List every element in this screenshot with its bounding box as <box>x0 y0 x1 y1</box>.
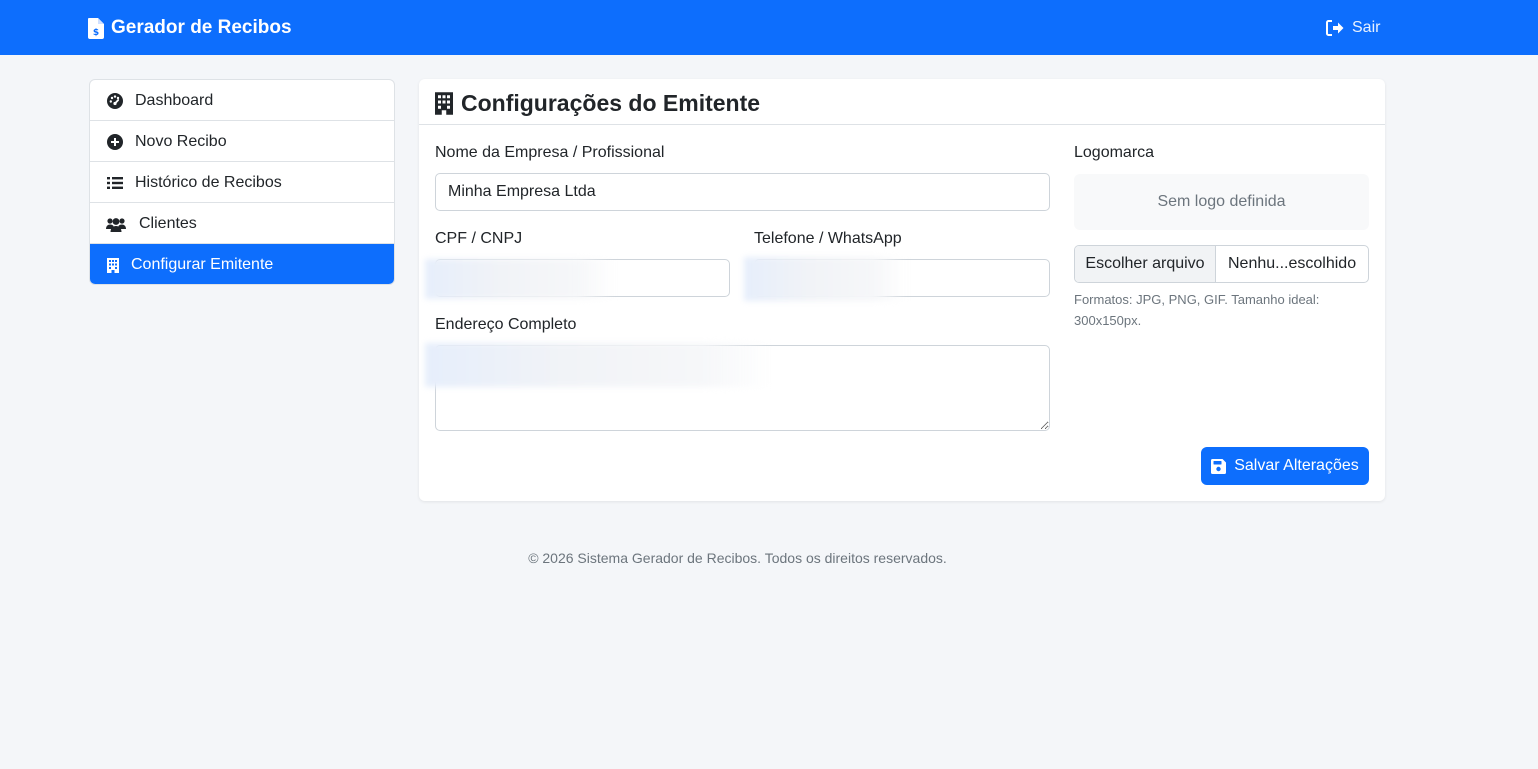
save-button-label: Salvar Alterações <box>1234 457 1359 474</box>
sidebar-item-dashboard[interactable]: Dashboard <box>90 80 394 121</box>
page-title: Configurações do Emitente <box>435 89 760 117</box>
brand-title: Gerador de Recibos <box>111 17 292 38</box>
phone-input[interactable] <box>754 259 1050 297</box>
phone-label: Telefone / WhatsApp <box>754 230 902 247</box>
file-invoice-dollar-icon: $ <box>88 17 104 39</box>
footer-text: © 2026 Sistema Gerador de Recibos. Todos… <box>528 550 947 566</box>
dashboard-gauge-icon <box>106 92 124 110</box>
svg-text:$: $ <box>93 28 99 38</box>
sidebar-item-label: Dashboard <box>135 92 214 109</box>
save-button[interactable]: Salvar Alterações <box>1201 447 1369 485</box>
address-label: Endereço Completo <box>435 316 577 333</box>
sidebar-item-configurar-emitente[interactable]: Configurar Emitente <box>90 244 394 284</box>
logo-preview: Sem logo definida <box>1074 174 1369 230</box>
choose-file-button[interactable]: Escolher arquivo <box>1075 246 1216 282</box>
sidebar-item-historico[interactable]: Histórico de Recibos <box>90 162 394 203</box>
sidebar-item-label: Configurar Emitente <box>131 256 274 273</box>
sidebar-item-label: Histórico de Recibos <box>135 174 282 191</box>
logout-link[interactable]: Sair <box>1326 17 1380 39</box>
card-header: Configurações do Emitente <box>419 79 1385 125</box>
sign-out-icon <box>1326 20 1344 36</box>
sidebar-menu: Dashboard Novo Recibo Histórico de Recib… <box>89 79 395 285</box>
brand-link[interactable]: $ Gerador de Recibos <box>88 15 292 41</box>
building-icon <box>435 91 453 115</box>
page-title-text: Configurações do Emitente <box>461 89 761 116</box>
floppy-disk-icon <box>1211 458 1227 474</box>
company-name-label: Nome da Empresa / Profissional <box>435 144 665 161</box>
list-icon <box>106 174 124 192</box>
company-name-input[interactable] <box>435 173 1050 211</box>
file-name-text: Nenhu...escolhido <box>1228 255 1357 272</box>
address-textarea[interactable] <box>435 345 1050 431</box>
cpf-cnpj-input[interactable] <box>435 259 730 297</box>
logo-file-input[interactable]: Escolher arquivo Nenhu...escolhido <box>1074 245 1369 283</box>
emitter-settings-card: Configurações do Emitente Nome da Empres… <box>419 79 1385 501</box>
plus-circle-icon <box>106 133 124 151</box>
building-icon <box>106 256 120 274</box>
logo-label: Logomarca <box>1074 144 1155 161</box>
cpf-cnpj-label: CPF / CNPJ <box>435 230 523 247</box>
sidebar-item-novo-recibo[interactable]: Novo Recibo <box>90 121 394 162</box>
logout-label: Sair <box>1352 19 1381 36</box>
top-navbar: $ Gerador de Recibos Sair <box>0 0 1538 55</box>
sidebar-item-label: Novo Recibo <box>135 133 227 150</box>
sidebar-item-clientes[interactable]: Clientes <box>90 203 394 244</box>
sidebar-item-label: Clientes <box>139 215 197 232</box>
users-icon <box>105 215 127 233</box>
logo-help-text: Formatos: JPG, PNG, GIF. Tamanho ideal: … <box>1074 292 1320 328</box>
